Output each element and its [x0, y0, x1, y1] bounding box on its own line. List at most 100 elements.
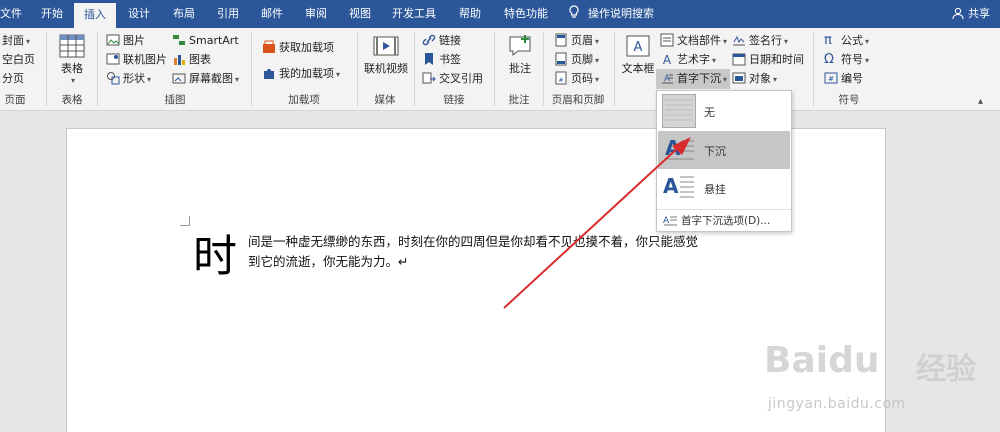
my-addins-button[interactable]: 我的加载项 ▾ — [262, 64, 340, 84]
tab-help[interactable]: 帮助 — [448, 0, 492, 28]
chevron-down-icon: ▾ — [595, 56, 600, 65]
drop-cap-dropped-icon: A — [665, 136, 694, 160]
quick-parts-label: 文档部件 — [677, 34, 721, 47]
drop-cap-dropped-option[interactable]: A 下沉 — [658, 131, 790, 169]
page-number-icon: # — [555, 71, 567, 85]
chevron-down-icon: ▾ — [723, 75, 728, 84]
calendar-icon — [732, 53, 746, 66]
tab-features[interactable]: 特色功能 — [496, 0, 556, 28]
link-button[interactable]: 链接 — [422, 31, 461, 51]
ribbon-insert: 封面 ▾ 空白页 分页 页面 表格 ▾ 表格 图片 联机图片 形状 ▾ SmartA… — [0, 28, 1000, 111]
online-video-label: 联机视频 — [364, 62, 408, 75]
object-label: 对象 — [749, 72, 771, 85]
picture-button[interactable]: 图片 — [106, 31, 145, 51]
drop-cap-options-item[interactable]: A 首字下沉选项(D)... — [657, 209, 791, 231]
shapes-icon — [107, 72, 120, 85]
date-time-button[interactable]: 日期和时间 — [732, 50, 804, 70]
ribbon-tab-bar: 文件 开始 插入 设计 布局 引用 邮件 审阅 视图 开发工具 帮助 特色功能 … — [0, 0, 1000, 28]
page-number-label: 页码 — [571, 72, 593, 85]
signature-icon — [733, 35, 745, 46]
drop-cap-button[interactable]: A 首字下沉 ▾ — [656, 69, 730, 89]
shapes-button[interactable]: 形状 ▾ — [106, 69, 151, 89]
chevron-down-icon: ▾ — [336, 70, 341, 79]
watermark-cn: 经验 — [916, 352, 976, 387]
smartart-icon — [173, 35, 185, 45]
tab-mailings[interactable]: 邮件 — [250, 0, 294, 28]
quick-parts-button[interactable]: 文档部件 ▾ — [660, 31, 727, 51]
equation-button[interactable]: π 公式 ▾ — [824, 31, 869, 51]
cross-reference-icon — [422, 72, 436, 84]
online-picture-label: 联机图片 — [123, 53, 167, 66]
link-label: 链接 — [439, 34, 461, 47]
table-label: 表格 — [61, 62, 83, 75]
shapes-label: 形状 — [123, 72, 145, 85]
chevron-down-icon: ▾ — [712, 56, 717, 65]
drop-cap-options-icon: A — [663, 216, 677, 226]
object-button[interactable]: 对象 ▾ — [732, 69, 777, 89]
online-picture-button[interactable]: 联机图片 — [106, 50, 167, 70]
link-icon — [422, 34, 436, 46]
tab-insert[interactable]: 插入 — [74, 3, 116, 28]
svg-text:#: # — [828, 75, 834, 83]
baidu-jingyan-watermark: Baidu 经验 jingyan.baidu.com — [756, 340, 988, 426]
tab-home[interactable]: 开始 — [30, 0, 74, 28]
page-number-button[interactable]: # 页码 ▾ — [554, 69, 599, 89]
header-button[interactable]: 页眉 ▾ — [554, 31, 599, 51]
drop-cap-letter[interactable]: 时 — [193, 231, 237, 283]
picture-icon — [106, 34, 120, 46]
tab-design[interactable]: 设计 — [118, 0, 160, 28]
table-button[interactable]: 表格 ▾ — [54, 34, 90, 85]
online-video-button[interactable]: 联机视频 — [362, 34, 410, 76]
drop-cap-margin-label: 悬挂 — [704, 183, 726, 196]
chevron-down-icon: ▾ — [235, 75, 240, 84]
cover-page-button[interactable]: 封面 ▾ — [2, 31, 30, 51]
drop-cap-dropped-label: 下沉 — [704, 145, 726, 158]
bookmark-button[interactable]: 书签 — [422, 50, 461, 70]
cross-reference-button[interactable]: 交叉引用 — [422, 69, 483, 89]
group-label-addins: 加载项 — [288, 94, 320, 106]
share-button[interactable]: 共享 — [952, 0, 990, 28]
textbox-button[interactable]: A 文本框 — [618, 34, 658, 76]
watermark-url: jingyan.baidu.com — [768, 396, 906, 412]
smartart-button[interactable]: SmartArt — [172, 31, 239, 51]
drop-cap-menu: 无 A 下沉 A 悬挂 A 首字下沉选项(D)... — [656, 90, 792, 232]
footer-button[interactable]: 页脚 ▾ — [554, 50, 599, 70]
wordart-label: 艺术字 — [677, 53, 710, 66]
tab-developer[interactable]: 开发工具 — [384, 0, 444, 28]
number-button[interactable]: # 编号 — [824, 69, 863, 89]
chevron-down-icon: ▾ — [773, 75, 778, 84]
tab-references[interactable]: 引用 — [206, 0, 250, 28]
page-break-button[interactable]: 分页 — [2, 69, 24, 89]
chevron-down-icon: ▾ — [70, 76, 75, 85]
group-label-pages: 页面 — [4, 94, 26, 106]
tab-layout[interactable]: 布局 — [162, 0, 206, 28]
screenshot-label: 屏幕截图 — [189, 72, 233, 85]
drop-cap-margin-option[interactable]: A 悬挂 — [658, 169, 790, 207]
group-label-illustrations: 插图 — [164, 94, 186, 106]
chevron-down-icon: ▾ — [26, 37, 31, 46]
symbol-button[interactable]: Ω 符号 ▾ — [824, 50, 869, 70]
new-comment-button[interactable]: 批注 — [502, 34, 538, 76]
tab-review[interactable]: 审阅 — [294, 0, 338, 28]
chart-button[interactable]: 图表 — [172, 50, 211, 70]
tab-view[interactable]: 视图 — [338, 0, 382, 28]
drop-cap-icon: A — [662, 74, 673, 84]
video-icon — [373, 36, 399, 56]
paragraph-line-2[interactable]: 到它的流逝，你无能为力。↵ — [248, 251, 408, 270]
tell-me-search[interactable]: 操作说明搜索 — [568, 0, 654, 28]
signature-line-button[interactable]: 签名行 ▾ — [732, 31, 788, 51]
screenshot-button[interactable]: 屏幕截图 ▾ — [172, 69, 239, 89]
svg-text:A: A — [663, 53, 672, 66]
tab-file[interactable]: 文件 — [0, 0, 22, 28]
blank-page-button[interactable]: 空白页 — [2, 50, 35, 70]
footer-label: 页脚 — [571, 53, 593, 66]
collapse-ribbon-icon[interactable]: ▴ — [978, 96, 983, 107]
wordart-button[interactable]: A 艺术字 ▾ — [660, 50, 716, 70]
get-addins-button[interactable]: 获取加载项 — [262, 38, 334, 58]
paragraph-line-1[interactable]: 间是一种虚无缥缈的东西，时刻在你的四周但是你却看不见也摸不着，你只能感觉 — [248, 231, 698, 250]
chevron-down-icon: ▾ — [147, 75, 152, 84]
drop-cap-none-option[interactable]: 无 — [658, 92, 790, 130]
my-addins-label: 我的加载项 — [279, 67, 334, 80]
group-label-header-footer: 页眉和页脚 — [551, 94, 605, 106]
group-label-links: 链接 — [443, 94, 465, 106]
